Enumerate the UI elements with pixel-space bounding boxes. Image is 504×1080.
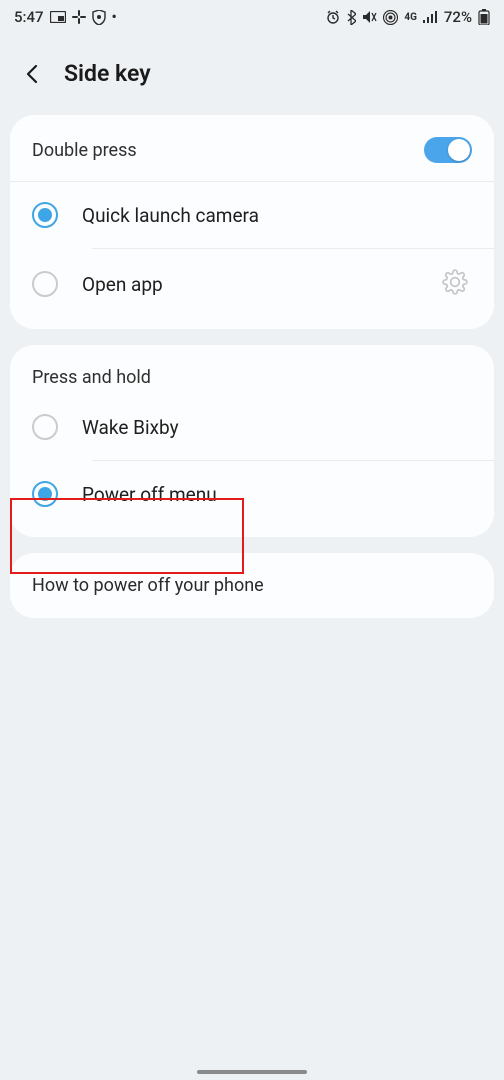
network-type-icon: 4G (404, 12, 417, 23)
alarm-icon (326, 10, 340, 24)
option-open-app[interactable]: Open app (10, 249, 494, 319)
slack-icon (72, 10, 86, 24)
press-hold-label: Press and hold (10, 345, 494, 394)
option-label: Power off menu (82, 483, 472, 506)
status-time: 5:47 (14, 8, 44, 26)
battery-percent: 72% (444, 8, 472, 26)
press-hold-card: Press and hold Wake Bixby Power off menu (10, 345, 494, 537)
battery-icon (478, 9, 490, 25)
hotspot-icon (383, 10, 398, 25)
radio-icon (32, 481, 58, 507)
double-press-toggle[interactable] (424, 137, 472, 163)
double-press-toggle-row[interactable]: Double press (10, 115, 494, 182)
page-title: Side key (64, 60, 151, 87)
radio-icon (32, 271, 58, 297)
radio-icon (32, 414, 58, 440)
option-label: Quick launch camera (82, 204, 472, 227)
option-label: Wake Bixby (82, 416, 472, 439)
status-bar: 5:47 • 4G 72% (0, 0, 504, 30)
tip-text: How to power off your phone (32, 575, 264, 596)
nav-indicator[interactable] (197, 1070, 307, 1074)
back-icon[interactable] (22, 63, 44, 85)
option-quick-launch-camera[interactable]: Quick launch camera (10, 182, 494, 248)
double-press-options: Quick launch camera Open app (10, 182, 494, 329)
toggle-knob (448, 139, 470, 161)
pip-icon (50, 11, 66, 23)
double-press-card: Double press Quick launch camera Open ap… (10, 115, 494, 329)
signal-icon (423, 11, 438, 23)
header: Side key (0, 30, 504, 115)
status-left: 5:47 • (14, 8, 117, 26)
dot-icon: • (112, 8, 117, 26)
option-label: Open app (82, 273, 418, 296)
shield-icon (92, 10, 106, 25)
option-wake-bixby[interactable]: Wake Bixby (10, 394, 494, 460)
press-hold-options: Wake Bixby Power off menu (10, 394, 494, 537)
gear-icon[interactable] (442, 269, 468, 299)
status-right: 4G 72% (326, 8, 490, 26)
tip-card[interactable]: How to power off your phone (10, 553, 494, 618)
option-power-off-menu[interactable]: Power off menu (10, 461, 494, 527)
bluetooth-icon (346, 10, 356, 25)
mute-icon (362, 10, 377, 24)
radio-icon (32, 202, 58, 228)
double-press-label: Double press (32, 140, 137, 161)
